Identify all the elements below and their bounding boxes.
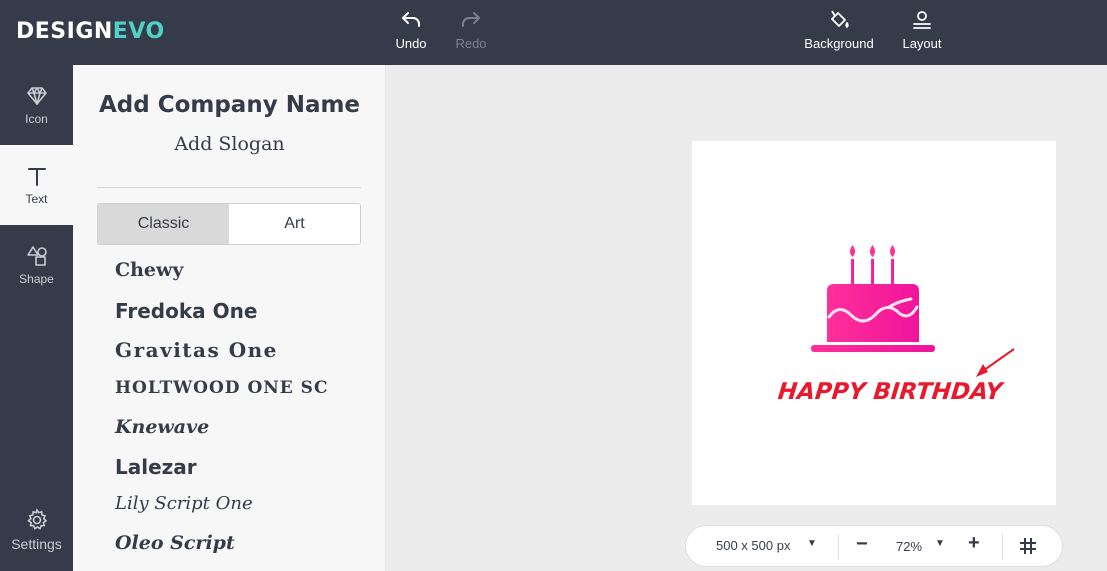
- add-slogan-button[interactable]: Add Slogan: [73, 133, 386, 155]
- birthday-cake-icon[interactable]: [811, 245, 935, 352]
- font-item-oleo-script[interactable]: Oleo Script: [115, 532, 235, 554]
- font-item-gravitas-one[interactable]: Gravitas One: [115, 338, 278, 362]
- rail-item-settings[interactable]: Settings: [0, 490, 73, 570]
- layout-icon: [913, 11, 931, 29]
- logo-part-evo: EVO: [112, 19, 165, 44]
- undo-label: Undo: [395, 36, 427, 51]
- undo-button[interactable]: Undo: [381, 8, 441, 54]
- rail-settings-label: Settings: [11, 536, 62, 552]
- text-panel: Add Company Name Add Slogan Classic Art …: [73, 65, 386, 571]
- red-arrow-annotation: [976, 348, 1015, 377]
- font-item-fredoka-one[interactable]: Fredoka One: [115, 299, 257, 323]
- tab-art[interactable]: Art: [229, 204, 360, 244]
- add-company-name-button[interactable]: Add Company Name: [73, 92, 386, 118]
- shapes-icon: [26, 246, 47, 266]
- rail-item-icon[interactable]: Icon: [0, 65, 73, 145]
- grid-icon: [1020, 538, 1036, 554]
- font-item-knewave[interactable]: Knewave: [115, 416, 209, 438]
- layout-label: Layout: [902, 36, 942, 51]
- happy-birthday-text[interactable]: HAPPY BIRTHDAY: [777, 379, 1004, 405]
- font-item-lalezar[interactable]: Lalezar: [115, 455, 197, 479]
- redo-button[interactable]: Redo: [441, 8, 501, 54]
- panel-divider: [97, 187, 361, 188]
- zoom-in-button[interactable]: +: [968, 532, 980, 555]
- background-label: Background: [804, 36, 874, 51]
- redo-label: Redo: [455, 36, 487, 51]
- caret-down-icon[interactable]: ▼: [935, 538, 945, 549]
- undo-icon: [402, 12, 420, 27]
- font-item-chewy[interactable]: Chewy: [115, 259, 183, 281]
- text-icon: [27, 168, 46, 186]
- rail-icon-label: Icon: [25, 112, 48, 126]
- zoom-out-button[interactable]: −: [856, 533, 868, 556]
- zoom-level-select[interactable]: 72%: [896, 539, 922, 554]
- rail-item-text[interactable]: Text: [0, 145, 73, 225]
- left-rail: Icon Text Shape Settings: [0, 65, 73, 571]
- font-item-lily-script-one[interactable]: Lily Script One: [115, 493, 253, 514]
- rail-shape-label: Shape: [19, 272, 54, 286]
- top-bar: DESIGNEVO Undo Redo Background Layout: [0, 0, 1107, 65]
- caret-down-icon[interactable]: ▼: [807, 538, 817, 549]
- layout-button[interactable]: Layout: [892, 8, 952, 54]
- rail-item-shape[interactable]: Shape: [0, 225, 73, 305]
- canvas-graphics: [811, 245, 1015, 377]
- logo-part-design: DESIGN: [16, 19, 113, 44]
- grid-toggle-button[interactable]: [1019, 537, 1037, 558]
- redo-icon: [462, 12, 480, 27]
- diamond-icon: [26, 87, 47, 105]
- toolbar-separator: [1002, 534, 1003, 560]
- canvas-toolbar: 500 x 500 px ▼ − 72% ▼ +: [685, 525, 1063, 567]
- canvas-size-select[interactable]: 500 x 500 px: [716, 538, 790, 553]
- design-canvas[interactable]: HAPPY BIRTHDAY: [692, 141, 1056, 505]
- toolbar-separator: [838, 534, 839, 560]
- font-category-tabs: Classic Art: [97, 203, 361, 245]
- paint-bucket-icon: [831, 10, 849, 28]
- tab-classic[interactable]: Classic: [98, 204, 229, 244]
- designevo-logo[interactable]: DESIGNEVO: [16, 19, 165, 44]
- background-button[interactable]: Background: [803, 8, 875, 54]
- gear-icon: [26, 508, 47, 530]
- rail-text-label: Text: [25, 192, 48, 206]
- font-item-holtwood-one-sc[interactable]: HOLTWOOD ONE SC: [115, 378, 329, 398]
